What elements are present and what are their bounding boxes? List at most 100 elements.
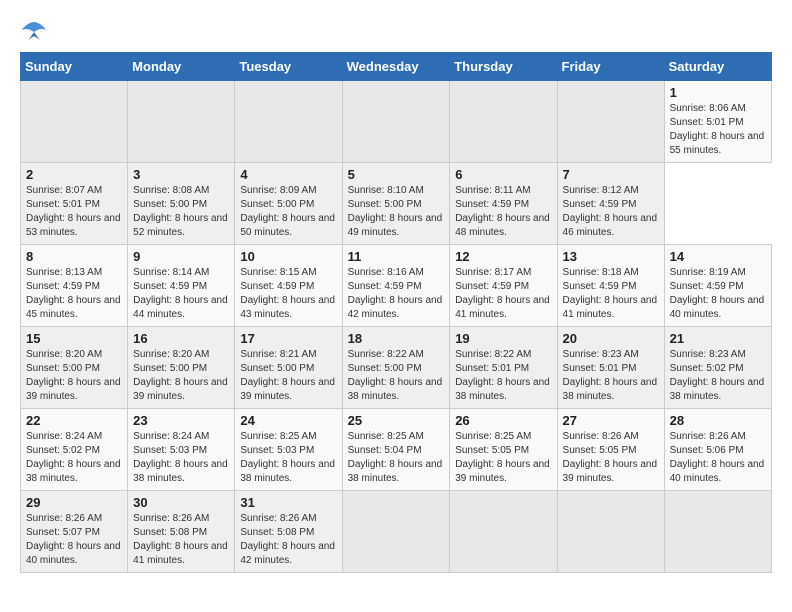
- logo-bird-icon: [20, 20, 48, 42]
- day-info: Sunrise: 8:10 AMSunset: 5:00 PMDaylight:…: [348, 184, 445, 240]
- day-number: 25: [348, 413, 445, 428]
- day-info: Sunrise: 8:22 AMSunset: 5:01 PMDaylight:…: [455, 348, 551, 404]
- calendar-week-row: 22 Sunrise: 8:24 AMSunset: 5:02 PMDayligh…: [21, 409, 772, 491]
- calendar-day: 8 Sunrise: 8:13 AMSunset: 4:59 PMDaylight…: [21, 245, 128, 327]
- day-info: Sunrise: 8:08 AMSunset: 5:00 PMDaylight:…: [133, 184, 229, 240]
- day-number: 31: [240, 495, 336, 510]
- day-number: 9: [133, 249, 229, 264]
- header-tuesday: Tuesday: [235, 53, 342, 81]
- empty-cell: [557, 81, 664, 163]
- day-number: 1: [670, 85, 766, 100]
- day-info: Sunrise: 8:26 AMSunset: 5:05 PMDaylight:…: [563, 430, 659, 486]
- calendar-day: 15 Sunrise: 8:20 AMSunset: 5:00 PMDayligh…: [21, 327, 128, 409]
- day-info: Sunrise: 8:24 AMSunset: 5:03 PMDaylight:…: [133, 430, 229, 486]
- day-number: 23: [133, 413, 229, 428]
- day-number: 15: [26, 331, 122, 346]
- calendar-day: 28Sunrise: 8:26 AMSunset: 5:06 PMDayligh…: [664, 409, 771, 491]
- header-friday: Friday: [557, 53, 664, 81]
- day-info: Sunrise: 8:20 AMSunset: 5:00 PMDaylight:…: [26, 348, 122, 404]
- empty-cell: [128, 81, 235, 163]
- calendar-day: 3 Sunrise: 8:08 AMSunset: 5:00 PMDaylight…: [128, 163, 235, 245]
- empty-cell: [235, 81, 342, 163]
- day-number: 20: [563, 331, 659, 346]
- day-number: 26: [455, 413, 551, 428]
- calendar-day: [557, 491, 664, 573]
- day-info: Sunrise: 8:24 AMSunset: 5:02 PMDaylight:…: [26, 430, 122, 486]
- day-number: 3: [133, 167, 229, 182]
- day-number: 29: [26, 495, 122, 510]
- calendar-week-row: 15 Sunrise: 8:20 AMSunset: 5:00 PMDayligh…: [21, 327, 772, 409]
- day-number: 6: [455, 167, 551, 182]
- calendar-day: 5Sunrise: 8:10 AMSunset: 5:00 PMDaylight…: [342, 163, 450, 245]
- day-info: Sunrise: 8:16 AMSunset: 4:59 PMDaylight:…: [348, 266, 445, 322]
- day-info: Sunrise: 8:26 AMSunset: 5:08 PMDaylight:…: [240, 512, 336, 568]
- day-info: Sunrise: 8:06 AMSunset: 5:01 PMDaylight:…: [670, 102, 766, 158]
- day-number: 10: [240, 249, 336, 264]
- day-info: Sunrise: 8:14 AMSunset: 4:59 PMDaylight:…: [133, 266, 229, 322]
- calendar-day: 11 Sunrise: 8:16 AMSunset: 4:59 PMDayligh…: [342, 245, 450, 327]
- day-number: 27: [563, 413, 659, 428]
- calendar-day: 14 Sunrise: 8:19 AMSunset: 4:59 PMDayligh…: [664, 245, 771, 327]
- calendar-day: 18 Sunrise: 8:22 AMSunset: 5:00 PMDayligh…: [342, 327, 450, 409]
- calendar-day: 16 Sunrise: 8:20 AMSunset: 5:00 PMDayligh…: [128, 327, 235, 409]
- day-info: Sunrise: 8:15 AMSunset: 4:59 PMDaylight:…: [240, 266, 336, 322]
- calendar-day: 26 Sunrise: 8:25 AMSunset: 5:05 PMDayligh…: [450, 409, 557, 491]
- calendar-day: 25Sunrise: 8:25 AMSunset: 5:04 PMDayligh…: [342, 409, 450, 491]
- day-info: Sunrise: 8:12 AMSunset: 4:59 PMDaylight:…: [563, 184, 659, 240]
- calendar-day: 13Sunrise: 8:18 AMSunset: 4:59 PMDayligh…: [557, 245, 664, 327]
- day-info: Sunrise: 8:19 AMSunset: 4:59 PMDaylight:…: [670, 266, 766, 322]
- calendar-day: [664, 491, 771, 573]
- empty-cell: [342, 81, 450, 163]
- calendar-week-row: 2Sunrise: 8:07 AMSunset: 5:01 PMDaylight…: [21, 163, 772, 245]
- day-info: Sunrise: 8:26 AMSunset: 5:06 PMDaylight:…: [670, 430, 766, 486]
- day-number: 21: [670, 331, 766, 346]
- calendar-day: 27 Sunrise: 8:26 AMSunset: 5:05 PMDayligh…: [557, 409, 664, 491]
- day-info: Sunrise: 8:26 AMSunset: 5:08 PMDaylight:…: [133, 512, 229, 568]
- day-info: Sunrise: 8:17 AMSunset: 4:59 PMDaylight:…: [455, 266, 551, 322]
- empty-cell: [21, 81, 128, 163]
- calendar-day: 1 Sunrise: 8:06 AMSunset: 5:01 PMDaylight…: [664, 81, 771, 163]
- day-number: 17: [240, 331, 336, 346]
- day-number: 30: [133, 495, 229, 510]
- day-number: 11: [348, 249, 445, 264]
- day-info: Sunrise: 8:18 AMSunset: 4:59 PMDaylight:…: [563, 266, 659, 322]
- logo: [20, 20, 52, 42]
- calendar-day: 23 Sunrise: 8:24 AMSunset: 5:03 PMDayligh…: [128, 409, 235, 491]
- day-info: Sunrise: 8:25 AMSunset: 5:03 PMDaylight:…: [240, 430, 336, 486]
- day-info: Sunrise: 8:23 AMSunset: 5:01 PMDaylight:…: [563, 348, 659, 404]
- day-info: Sunrise: 8:21 AMSunset: 5:00 PMDaylight:…: [240, 348, 336, 404]
- day-number: 4: [240, 167, 336, 182]
- day-info: Sunrise: 8:22 AMSunset: 5:00 PMDaylight:…: [348, 348, 445, 404]
- calendar-week-row: 29 Sunrise: 8:26 AMSunset: 5:07 PMDayligh…: [21, 491, 772, 573]
- day-number: 22: [26, 413, 122, 428]
- header-monday: Monday: [128, 53, 235, 81]
- empty-cell: [450, 81, 557, 163]
- calendar-day: 6 Sunrise: 8:11 AMSunset: 4:59 PMDaylight…: [450, 163, 557, 245]
- day-info: Sunrise: 8:11 AMSunset: 4:59 PMDaylight:…: [455, 184, 551, 240]
- calendar-day: 19 Sunrise: 8:22 AMSunset: 5:01 PMDayligh…: [450, 327, 557, 409]
- calendar-day: 20 Sunrise: 8:23 AMSunset: 5:01 PMDayligh…: [557, 327, 664, 409]
- day-info: Sunrise: 8:23 AMSunset: 5:02 PMDaylight:…: [670, 348, 766, 404]
- calendar-day: 12Sunrise: 8:17 AMSunset: 4:59 PMDayligh…: [450, 245, 557, 327]
- calendar-day: [450, 491, 557, 573]
- header-thursday: Thursday: [450, 53, 557, 81]
- day-info: Sunrise: 8:26 AMSunset: 5:07 PMDaylight:…: [26, 512, 122, 568]
- day-number: 7: [563, 167, 659, 182]
- calendar-header-row: SundayMondayTuesdayWednesdayThursdayFrid…: [21, 53, 772, 81]
- day-info: Sunrise: 8:25 AMSunset: 5:05 PMDaylight:…: [455, 430, 551, 486]
- calendar-day: 2Sunrise: 8:07 AMSunset: 5:01 PMDaylight…: [21, 163, 128, 245]
- header-sunday: Sunday: [21, 53, 128, 81]
- day-info: Sunrise: 8:13 AMSunset: 4:59 PMDaylight:…: [26, 266, 122, 322]
- calendar-day: 17 Sunrise: 8:21 AMSunset: 5:00 PMDayligh…: [235, 327, 342, 409]
- day-number: 2: [26, 167, 122, 182]
- calendar-day: 4Sunrise: 8:09 AMSunset: 5:00 PMDaylight…: [235, 163, 342, 245]
- day-number: 19: [455, 331, 551, 346]
- day-number: 14: [670, 249, 766, 264]
- header-saturday: Saturday: [664, 53, 771, 81]
- day-number: 18: [348, 331, 445, 346]
- header-wednesday: Wednesday: [342, 53, 450, 81]
- day-info: Sunrise: 8:20 AMSunset: 5:00 PMDaylight:…: [133, 348, 229, 404]
- day-number: 8: [26, 249, 122, 264]
- day-number: 16: [133, 331, 229, 346]
- calendar-day: 30 Sunrise: 8:26 AMSunset: 5:08 PMDayligh…: [128, 491, 235, 573]
